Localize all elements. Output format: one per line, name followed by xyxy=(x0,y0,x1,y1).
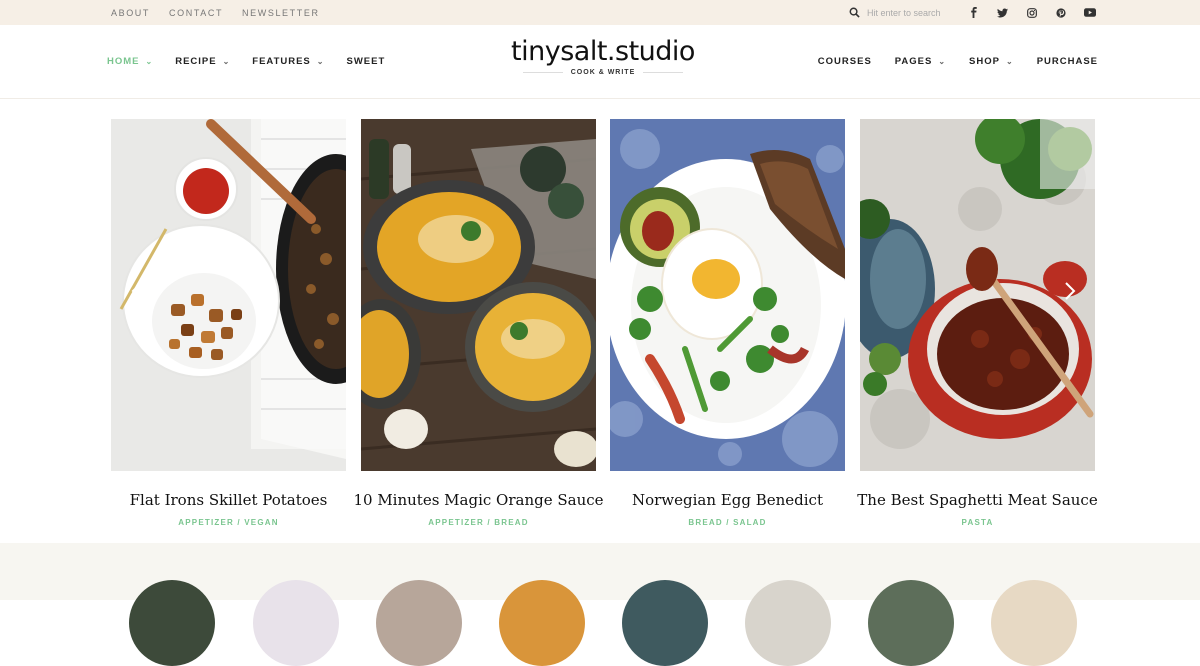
chevron-down-icon: ⌄ xyxy=(1005,57,1014,66)
nav-item-shop[interactable]: SHOP ⌄ xyxy=(969,56,1014,67)
post-category[interactable]: APPETIZER / VEGAN xyxy=(111,518,346,527)
chevron-down-icon: ⌄ xyxy=(938,57,947,66)
pinterest-icon[interactable] xyxy=(1053,5,1068,20)
primary-nav-right: COURSES PAGES ⌄ SHOP ⌄ PURCHASE xyxy=(818,25,1098,98)
top-link-contact[interactable]: CONTACT xyxy=(169,8,223,18)
slider-next-button[interactable] xyxy=(1058,278,1082,304)
facebook-icon[interactable] xyxy=(966,5,981,20)
chevron-right-icon xyxy=(1065,282,1076,300)
nav-label-home: HOME xyxy=(107,56,140,67)
post-title[interactable]: 10 Minutes Magic Orange Sauce xyxy=(341,491,616,509)
chevron-down-icon: ⌄ xyxy=(316,57,325,66)
top-bar: ABOUT CONTACT NEWSLETTER xyxy=(0,0,1200,25)
slider-prev-button[interactable] xyxy=(125,278,149,304)
nav-item-home[interactable]: HOME ⌄ xyxy=(107,56,153,67)
site-header: HOME ⌄ RECIPE ⌄ FEATURES ⌄ SWEET tinysal… xyxy=(0,25,1200,99)
post-title[interactable]: The Best Spaghetti Meat Sauce xyxy=(840,491,1115,509)
post-image[interactable] xyxy=(361,119,596,471)
post-card[interactable]: Norwegian Egg Benedict BREAD / SALAD xyxy=(610,119,845,527)
tagline-text: COOK & WRITE xyxy=(570,69,636,76)
nav-label-pages: PAGES xyxy=(894,56,933,67)
logo-title: tinysalt.studio xyxy=(511,36,695,67)
nav-item-features[interactable]: FEATURES ⌄ xyxy=(252,56,324,67)
top-link-about[interactable]: ABOUT xyxy=(111,8,150,18)
category-circle[interactable] xyxy=(745,580,831,666)
chevron-left-icon xyxy=(131,282,142,300)
chevron-down-icon: ⌄ xyxy=(145,57,154,66)
nav-item-pages[interactable]: PAGES ⌄ xyxy=(895,56,946,67)
top-link-newsletter[interactable]: NEWSLETTER xyxy=(242,8,320,18)
search-box xyxy=(849,0,967,25)
post-image[interactable] xyxy=(610,119,845,471)
nav-item-sweet[interactable]: SWEET xyxy=(346,56,385,67)
primary-nav-left: HOME ⌄ RECIPE ⌄ FEATURES ⌄ SWEET xyxy=(107,25,385,98)
post-category[interactable]: APPETIZER / BREAD xyxy=(361,518,596,527)
nav-item-recipe[interactable]: RECIPE ⌄ xyxy=(175,56,230,67)
nav-label-purchase: PURCHASE xyxy=(1036,56,1098,67)
category-circle[interactable] xyxy=(991,580,1077,666)
post-category[interactable]: BREAD / SALAD xyxy=(610,518,845,527)
category-circle[interactable] xyxy=(376,580,462,666)
top-links: ABOUT CONTACT NEWSLETTER xyxy=(111,0,320,25)
instagram-icon[interactable] xyxy=(1024,5,1039,20)
category-circle[interactable] xyxy=(253,580,339,666)
chevron-down-icon: ⌄ xyxy=(222,57,231,66)
logo-tagline: COOK & WRITE xyxy=(500,69,706,76)
nav-label-sweet: SWEET xyxy=(346,56,386,67)
post-title[interactable]: Flat Irons Skillet Potatoes xyxy=(91,491,366,509)
site-logo[interactable]: tinysalt.studio COOK & WRITE xyxy=(500,36,706,76)
nav-item-purchase[interactable]: PURCHASE xyxy=(1037,56,1098,67)
category-circle[interactable] xyxy=(499,580,585,666)
post-card[interactable]: 10 Minutes Magic Orange Sauce APPETIZER … xyxy=(353,119,604,527)
post-category[interactable]: PASTA xyxy=(860,518,1095,527)
nav-label-recipe: RECIPE xyxy=(175,56,217,67)
nav-label-shop: SHOP xyxy=(969,56,1000,67)
nav-label-features: FEATURES xyxy=(252,56,311,67)
divider xyxy=(522,72,563,73)
social-links xyxy=(966,0,1097,25)
category-circle[interactable] xyxy=(129,580,215,666)
category-circle[interactable] xyxy=(868,580,954,666)
youtube-icon[interactable] xyxy=(1082,5,1097,20)
divider xyxy=(643,72,684,73)
twitter-icon[interactable] xyxy=(995,5,1010,20)
nav-label-courses: COURSES xyxy=(817,56,872,67)
nav-item-courses[interactable]: COURSES xyxy=(818,56,872,67)
search-icon[interactable] xyxy=(849,7,860,18)
category-circle[interactable] xyxy=(622,580,708,666)
search-input[interactable] xyxy=(867,7,967,18)
post-title[interactable]: Norwegian Egg Benedict xyxy=(590,491,865,509)
